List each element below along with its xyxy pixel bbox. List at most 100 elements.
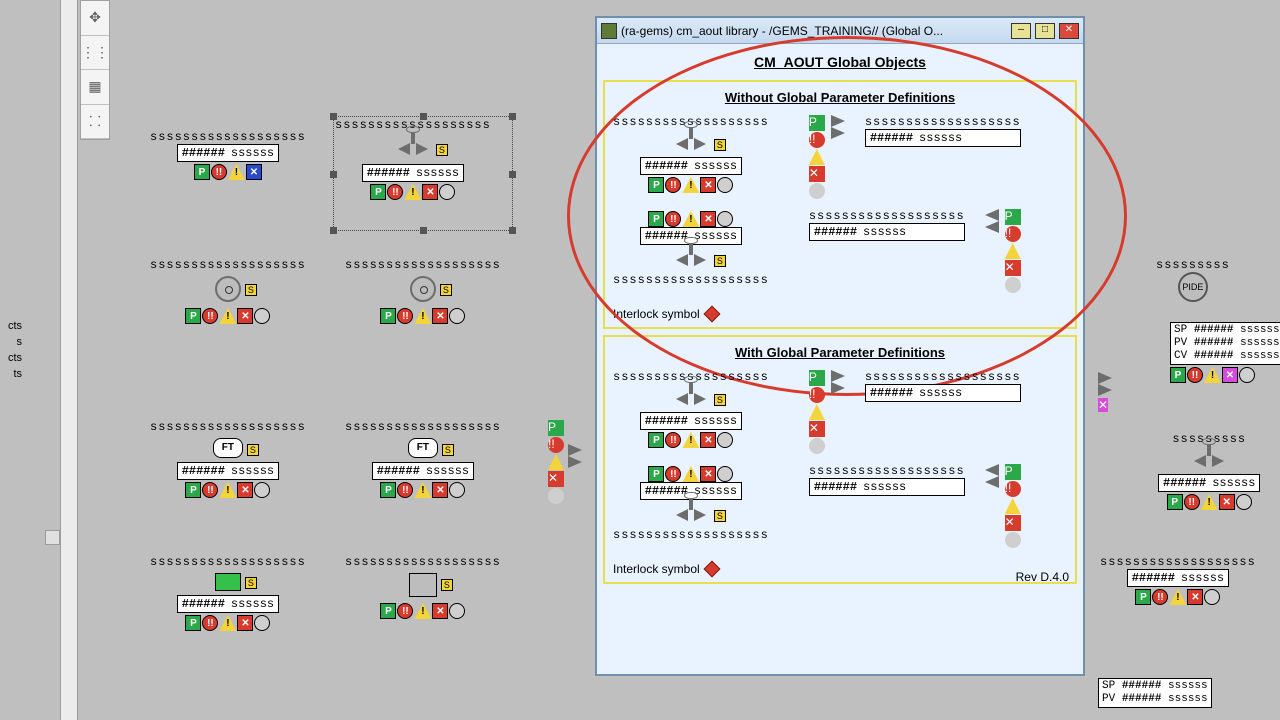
lib-object[interactable]: sssssssssssssssssss S ######ssssss P!!!✕ <box>613 115 769 199</box>
alarm-icon: !! <box>548 437 564 453</box>
pide-icon: PIDE <box>1178 272 1208 302</box>
alarm-icon: !! <box>397 308 413 324</box>
lib-object[interactable]: P!!!✕ ######ssssss S sssssssssssssssssss <box>613 464 769 548</box>
value-box: ######ssssss <box>865 129 1021 147</box>
mode-icon: ✕ <box>246 164 262 180</box>
section-title: With Global Parameter Definitions <box>613 345 1067 360</box>
lib-object[interactable]: sssssssssssssssssss S ######ssssss P!!!✕ <box>613 370 769 454</box>
warn-icon: ! <box>219 308 236 324</box>
warn-icon: ! <box>1005 243 1021 259</box>
s-flag: S <box>436 144 448 156</box>
canvas-object[interactable]: sssssssss ######ssssss P!!!✕ <box>1158 432 1260 510</box>
p-badge: P <box>185 308 201 324</box>
scrollbar-stub[interactable] <box>45 530 60 545</box>
lib-object[interactable]: P!!!✕ sssssssssssssssssss ######ssssss <box>809 115 1021 199</box>
tree-panel-clip: cts s cts ts <box>0 318 22 382</box>
pide-block[interactable]: SP ###### ssssss PV ###### ssssss <box>1098 678 1212 708</box>
value-box: ######ssssss <box>372 462 474 480</box>
p-badge: P <box>194 164 210 180</box>
section-without-params: Without Global Parameter Definitions sss… <box>603 80 1077 329</box>
status-dot <box>809 183 825 199</box>
s-flag: S <box>714 139 726 151</box>
interlock-legend: Interlock symbol <box>613 303 1067 321</box>
minimize-button[interactable]: — <box>1011 23 1031 39</box>
fault-icon: ✕ <box>432 308 448 324</box>
status-icons: P!!!✕ <box>1170 367 1280 383</box>
sp-pv-cv-box: SP ###### ssssss PV ###### ssssss CV ###… <box>1170 322 1280 365</box>
status-icons: P!!!✕ <box>380 603 465 619</box>
fault-icon: ✕ <box>237 482 253 498</box>
canvas-object[interactable]: sssssssssssssssssss S ######ssssss P!!!✕ <box>150 555 306 631</box>
fault-icon: ✕ <box>432 482 448 498</box>
close-button[interactable]: ✕ <box>1059 23 1079 39</box>
tag-label: sssssssssssssssssss <box>150 258 306 272</box>
status-dot <box>717 177 733 193</box>
status-stack: P!!!✕ <box>1005 464 1021 548</box>
p-badge: P <box>648 177 664 193</box>
canvas-object[interactable]: sssssssssssssssssss S P!!!✕ <box>345 258 501 324</box>
status-dot <box>254 615 270 631</box>
green-valve-icon <box>215 573 241 591</box>
tool-snap-icon[interactable]: ⸬ <box>81 105 109 140</box>
fault-icon: ✕ <box>700 466 716 482</box>
maximize-button[interactable]: □ <box>1035 23 1055 39</box>
s-flag: S <box>714 255 726 267</box>
fault-icon: ✕ <box>422 184 438 200</box>
lib-object[interactable]: sssssssssssssssssss ######ssssss P!!!✕ <box>809 464 1021 548</box>
alarm-icon: !! <box>809 132 825 148</box>
warn-icon: ! <box>404 184 421 200</box>
canvas-object[interactable]: sssssssssssssssssss ######ssssss P !! ! … <box>150 130 306 180</box>
s-flag: S <box>714 510 726 522</box>
value-box: ######ssssss <box>177 144 279 162</box>
alarm-icon: !! <box>387 184 403 200</box>
tag-label: sssssssssssssssssss <box>809 209 965 223</box>
selected-object[interactable]: sssssssssssssssssss S ######ssssss P !! … <box>335 118 491 200</box>
p-badge: P <box>648 432 664 448</box>
fault-icon: ✕ <box>237 308 253 324</box>
tool-align-icon[interactable]: ⋮⋮ <box>81 36 109 71</box>
p-badge: P <box>809 115 825 131</box>
pide-block[interactable]: SP ###### ssssss PV ###### ssssss CV ###… <box>1170 322 1280 383</box>
mode-icon: ✕ <box>1098 398 1108 412</box>
alarm-icon: !! <box>1005 226 1021 242</box>
alarm-icon: !! <box>202 482 218 498</box>
canvas-object[interactable]: sssssssssssssssssss FTS ######ssssss P!!… <box>150 420 306 498</box>
s-flag: S <box>442 444 454 456</box>
status-icons: P!!!✕ <box>380 308 465 324</box>
canvas-object[interactable]: sssssssssssssssssss FTS ######ssssss P!!… <box>345 420 501 498</box>
canvas-object[interactable]: sssssssss PIDE <box>1156 258 1230 302</box>
alarm-icon: !! <box>1005 481 1021 497</box>
canvas-object[interactable]: sssssssssssssssssss S P!!!✕ <box>150 258 306 324</box>
p-badge: P <box>370 184 386 200</box>
lib-object[interactable]: P!!!✕ sssssssssssssssssss ######ssssss <box>809 370 1021 454</box>
library-window[interactable]: (ra-gems) cm_aout library - /GEMS_TRAINI… <box>595 16 1085 676</box>
lib-object[interactable]: sssssssssssssssssss ######ssssss P!!!✕ <box>809 209 1021 293</box>
panel-divider[interactable] <box>60 0 78 720</box>
tag-label: sssssssssssssssssss <box>150 130 306 144</box>
s-flag: S <box>247 444 259 456</box>
status-dot <box>1005 277 1021 293</box>
status-dot <box>548 488 564 504</box>
wedge-icon <box>971 209 999 233</box>
alarm-icon: !! <box>665 211 681 227</box>
canvas-object[interactable]: sssssssssssssssssss S P!!!✕ <box>345 555 501 619</box>
status-stack: P!!!✕ <box>809 115 825 199</box>
canvas-object[interactable]: sssssssssssssssssss ######ssssss P!!!✕ <box>1100 555 1256 605</box>
mode-icon: ✕ <box>1222 367 1238 383</box>
interlock-label: Interlock symbol <box>613 562 700 576</box>
status-icons: P!!!✕ <box>185 308 270 324</box>
titlebar[interactable]: (ra-gems) cm_aout library - /GEMS_TRAINI… <box>597 18 1083 44</box>
status-dot <box>717 432 733 448</box>
warn-icon: ! <box>414 482 431 498</box>
wedge-icon <box>1098 372 1126 396</box>
tag-label: sssssssssssssssssss <box>345 258 501 272</box>
tag-label: sssssssssssssssssss <box>345 555 501 569</box>
valve-icon <box>1190 450 1228 470</box>
tool-move-icon[interactable]: ✥ <box>81 1 109 36</box>
status-icons: P !! ! ✕ <box>370 184 455 200</box>
p-badge: P <box>648 211 664 227</box>
fault-icon: ✕ <box>809 166 825 182</box>
value-box: ######ssssss <box>809 478 965 496</box>
tool-grid-icon[interactable]: ▦ <box>81 70 109 105</box>
lib-object[interactable]: P!!!✕ ######ssssss S sssssssssssssssssss <box>613 209 769 293</box>
